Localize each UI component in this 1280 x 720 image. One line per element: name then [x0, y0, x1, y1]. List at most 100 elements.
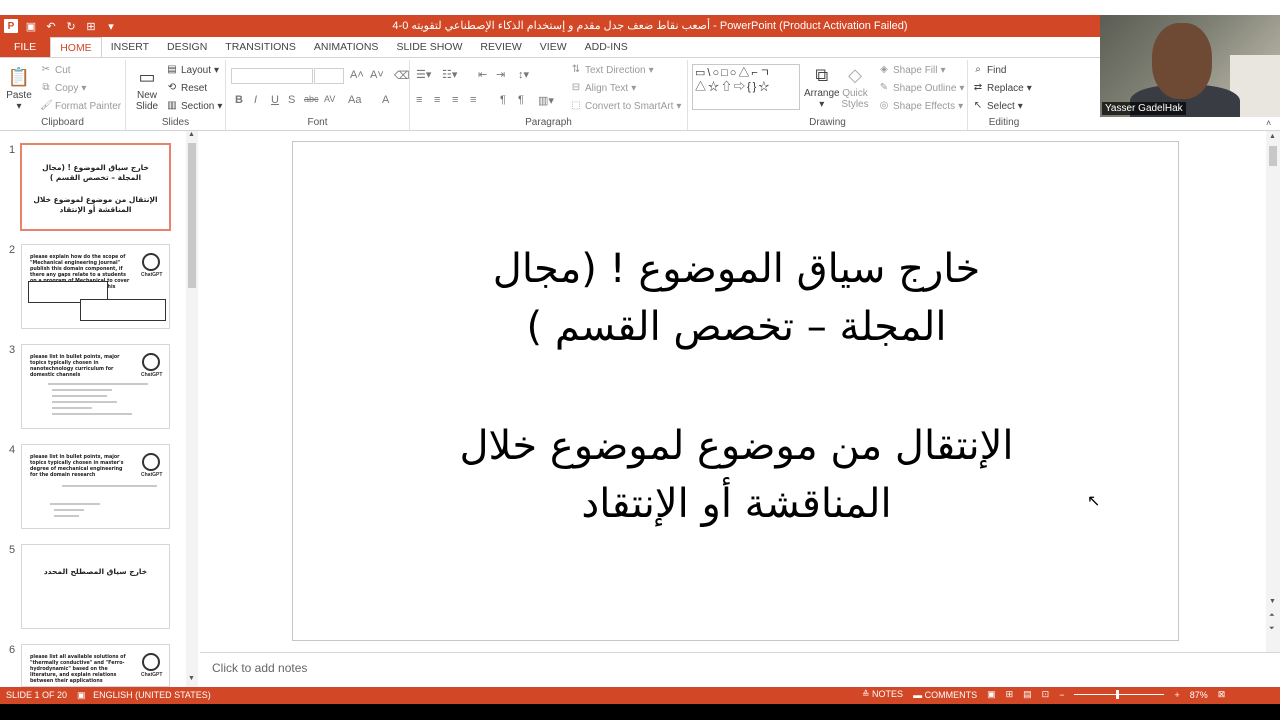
- cut-button[interactable]: ✂ Cut: [40, 64, 71, 76]
- tab-file[interactable]: FILE: [0, 37, 51, 57]
- thumbnails-scrollbar[interactable]: ▲ ▼: [186, 131, 198, 687]
- fit-to-window-icon[interactable]: ⊠: [1218, 689, 1226, 700]
- zoom-in-icon[interactable]: +: [1174, 690, 1179, 700]
- layout-icon: ▤: [167, 64, 177, 75]
- arrange-button[interactable]: ⧉ Arrange ▾: [804, 62, 840, 111]
- justify-icon[interactable]: ≡: [470, 94, 476, 106]
- normal-view-icon[interactable]: ▣: [987, 689, 996, 700]
- save-icon[interactable]: ▣: [24, 19, 38, 33]
- undo-icon[interactable]: ↶: [44, 19, 58, 33]
- find-button[interactable]: ⌕ Find: [972, 64, 1006, 76]
- slide-scroll-thumb[interactable]: [1269, 146, 1277, 166]
- align-center-icon[interactable]: ≡: [434, 94, 440, 106]
- new-slide-button[interactable]: ▭ New Slide: [132, 64, 162, 113]
- bullets-icon[interactable]: ☰▾: [416, 68, 431, 81]
- previous-slide-icon[interactable]: ⏶: [1269, 612, 1275, 620]
- reset-button[interactable]: ⟲ Reset: [166, 82, 207, 94]
- columns-icon[interactable]: ▥▾: [538, 94, 554, 107]
- character-spacing-button[interactable]: AV: [324, 94, 335, 104]
- numbering-icon[interactable]: ☷▾: [442, 68, 457, 81]
- notes-placeholder[interactable]: Click to add notes: [212, 661, 307, 675]
- zoom-level[interactable]: 87%: [1190, 690, 1208, 700]
- next-slide-icon[interactable]: ⏷: [1269, 625, 1275, 633]
- slide-sorter-icon[interactable]: ⊞: [1006, 689, 1014, 700]
- tab-review[interactable]: REVIEW: [471, 37, 530, 57]
- redo-icon[interactable]: ↻: [64, 19, 78, 33]
- notes-pane[interactable]: Click to add notes: [200, 652, 1280, 687]
- quick-styles-button[interactable]: ◇ Quick Styles: [840, 62, 870, 111]
- text-direction-button[interactable]: ⇅ Text Direction ▾: [570, 64, 654, 76]
- slide-title-line-2[interactable]: المجلة – تخصص القسم ): [353, 298, 1120, 356]
- slide-scrollbar[interactable]: ▲ ▼ ⏶ ⏷: [1266, 131, 1280, 652]
- replace-button[interactable]: ⇄ Replace ▾: [972, 82, 1032, 94]
- thumbnails-scroll-thumb[interactable]: [188, 143, 196, 288]
- select-button[interactable]: ↖ Select ▾: [972, 100, 1023, 112]
- current-slide[interactable]: خارج سياق الموضوع ! (مجال المجلة – تخصص …: [292, 141, 1179, 641]
- scroll-up-icon[interactable]: ▲: [1269, 133, 1276, 140]
- section-button[interactable]: ▥ Section ▾: [166, 100, 222, 112]
- tab-add-ins[interactable]: ADD-INS: [576, 37, 637, 57]
- slide-body-line-1[interactable]: الإنتقال من موضوع لموضوع خلال: [353, 417, 1120, 475]
- slide-body-line-2[interactable]: المناقشة أو الإنتقاد: [353, 475, 1120, 533]
- tab-transitions[interactable]: TRANSITIONS: [216, 37, 305, 57]
- decrease-indent-icon[interactable]: ⇤: [478, 68, 487, 81]
- copy-button[interactable]: ⧉ Copy ▾: [40, 82, 86, 94]
- underline-button[interactable]: U: [271, 94, 279, 106]
- slides-label: Slides: [161, 117, 190, 128]
- align-text-button[interactable]: ⊟ Align Text ▾: [570, 82, 636, 94]
- tab-design[interactable]: DESIGN: [158, 37, 216, 57]
- paste-button[interactable]: 📋 Paste ▾: [6, 64, 32, 113]
- font-color-button[interactable]: A: [382, 94, 389, 106]
- bold-button[interactable]: B: [235, 94, 243, 106]
- tab-insert[interactable]: INSERT: [102, 37, 158, 57]
- font-name-input[interactable]: [231, 68, 313, 84]
- zoom-slider-thumb[interactable]: [1116, 690, 1120, 699]
- spellcheck-icon[interactable]: ▣: [77, 690, 86, 700]
- format-painter-button[interactable]: 🖌 Format Painter: [40, 100, 121, 112]
- font-size-input[interactable]: [314, 68, 344, 84]
- increase-font-icon[interactable]: A˄: [350, 69, 364, 81]
- shape-fill-button[interactable]: ◈ Shape Fill ▾: [878, 64, 945, 76]
- tab-view[interactable]: VIEW: [531, 37, 576, 57]
- notes-button[interactable]: ≙ NOTES: [862, 689, 903, 700]
- italic-button[interactable]: I: [254, 94, 257, 106]
- increase-indent-icon[interactable]: ⇥: [496, 68, 505, 81]
- slide-thumbnail-6[interactable]: please list all available solutions of "…: [21, 644, 170, 687]
- align-left-icon[interactable]: ≡: [416, 94, 422, 106]
- tab-home[interactable]: HOME: [50, 37, 102, 57]
- decrease-font-icon[interactable]: A˅: [370, 69, 384, 81]
- align-right-icon[interactable]: ≡: [452, 94, 458, 106]
- slide-thumbnail-5[interactable]: خارج سياق المصطلح المحدد: [21, 544, 170, 629]
- shadow-button[interactable]: S: [288, 94, 295, 106]
- slide-thumbnail-2[interactable]: please explain how do the scope of "Mech…: [21, 244, 170, 329]
- language-indicator[interactable]: ENGLISH (UNITED STATES): [93, 690, 211, 700]
- collapse-ribbon-icon[interactable]: ˄: [1266, 118, 1271, 128]
- reading-view-icon[interactable]: ▤: [1023, 689, 1032, 700]
- layout-button[interactable]: ▤ Layout ▾: [166, 64, 219, 76]
- shape-outline-button[interactable]: ✎ Shape Outline ▾: [878, 82, 965, 94]
- slide-title-line-1[interactable]: خارج سياق الموضوع ! (مجال: [353, 240, 1120, 298]
- scroll-down-icon[interactable]: ▼: [188, 675, 195, 682]
- customize-qat-icon[interactable]: ▾: [104, 19, 118, 33]
- zoom-slider[interactable]: [1074, 690, 1165, 699]
- rtl-icon[interactable]: ¶: [518, 94, 524, 106]
- ltr-icon[interactable]: ¶: [500, 94, 506, 106]
- tab-animations[interactable]: ANIMATIONS: [305, 37, 388, 57]
- slide-thumbnail-1[interactable]: خارج سياق الموضوع ! (مجال المجلة – تخصص …: [20, 143, 171, 231]
- strikethrough-button[interactable]: abc: [304, 94, 319, 104]
- slideshow-view-icon[interactable]: ⊡: [1042, 689, 1050, 700]
- tab-slide-show[interactable]: SLIDE SHOW: [387, 37, 471, 57]
- change-case-button[interactable]: Aa: [348, 94, 361, 106]
- convert-smartart-button[interactable]: ⬚ Convert to SmartArt ▾: [570, 100, 681, 112]
- slide-thumbnail-3[interactable]: please list in bullet points, major topi…: [21, 344, 170, 429]
- scroll-down-icon[interactable]: ▼: [1269, 598, 1276, 605]
- zoom-out-icon[interactable]: −: [1059, 690, 1064, 700]
- slide-thumbnail-4[interactable]: please list in bullet points, major topi…: [21, 444, 170, 529]
- line-spacing-icon[interactable]: ↕▾: [518, 68, 529, 81]
- shapes-gallery[interactable]: ▭\○□○△⌐ㄱ△☆⇧⇨{}☆: [692, 64, 800, 110]
- scroll-up-icon[interactable]: ▲: [188, 131, 195, 138]
- clear-formatting-icon[interactable]: ⌫: [394, 69, 410, 82]
- shape-effects-button[interactable]: ◎ Shape Effects ▾: [878, 100, 964, 112]
- comments-button[interactable]: ▬ COMMENTS: [913, 690, 977, 700]
- start-from-beginning-icon[interactable]: ⊞: [84, 19, 98, 33]
